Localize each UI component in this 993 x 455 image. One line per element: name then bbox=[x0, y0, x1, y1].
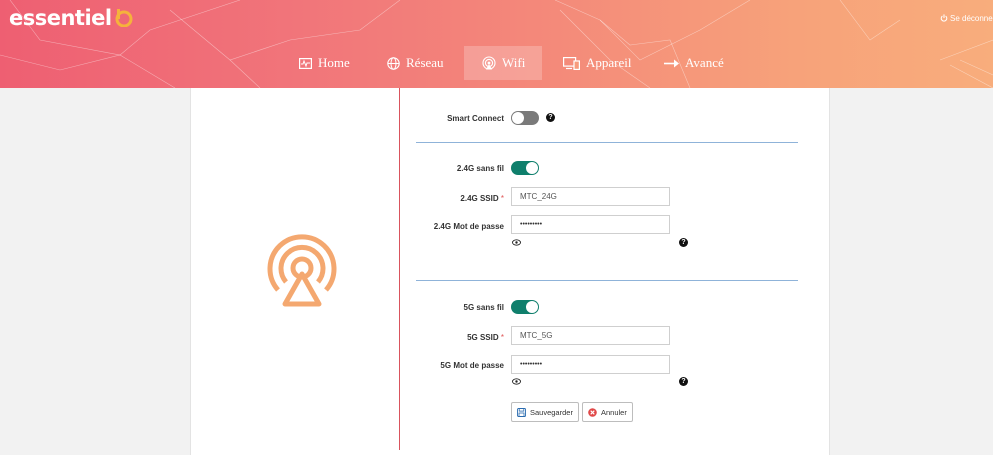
nav-avance[interactable]: Avancé bbox=[664, 46, 724, 80]
monitor-pulse-icon bbox=[299, 57, 312, 69]
power-icon bbox=[940, 14, 948, 22]
nav-appareil-label: Appareil bbox=[586, 55, 632, 70]
panel-divider bbox=[399, 88, 400, 450]
nav-wifi[interactable]: Wifi bbox=[482, 46, 525, 80]
save-button-label: Sauvegarder bbox=[530, 407, 573, 417]
band24-password-label: 2.4G Mot de passe bbox=[433, 222, 504, 231]
nav-home[interactable]: Home bbox=[299, 46, 350, 80]
devices-icon bbox=[563, 56, 580, 70]
band24-password-input[interactable]: ••••••••• bbox=[511, 215, 670, 234]
wifi-illustration-icon bbox=[267, 234, 337, 307]
arrow-right-icon bbox=[664, 59, 679, 67]
cancel-x-icon bbox=[588, 407, 597, 417]
wifi-icon bbox=[482, 56, 496, 70]
band24-ssid-input[interactable]: MTC_24G bbox=[511, 187, 670, 206]
band24-show-password-eye-icon[interactable] bbox=[512, 239, 521, 246]
band5-ssid-label-text: 5G SSID bbox=[467, 333, 499, 342]
band5-show-password-eye-icon[interactable] bbox=[512, 378, 521, 385]
logout-link[interactable]: Se déconnecter bbox=[940, 14, 993, 23]
nav-avance-label: Avancé bbox=[685, 55, 724, 70]
floppy-disk-icon bbox=[517, 407, 526, 417]
band24-wireless-label: 2.4G sans fil bbox=[456, 164, 504, 173]
toggle-knob bbox=[526, 301, 538, 313]
nav-appareil[interactable]: Appareil bbox=[563, 46, 631, 80]
section-divider-2 bbox=[416, 280, 798, 281]
smart-connect-toggle[interactable] bbox=[511, 111, 539, 125]
globe-icon bbox=[387, 56, 400, 70]
band24-password-help-icon[interactable]: ? bbox=[679, 238, 688, 247]
smart-connect-help-icon[interactable]: ? bbox=[546, 113, 555, 122]
save-button[interactable]: Sauvegarder bbox=[511, 402, 579, 422]
band5-ssid-label: 5G SSID * bbox=[430, 333, 504, 342]
toggle-knob bbox=[526, 162, 538, 174]
band5-wireless-toggle[interactable] bbox=[511, 300, 539, 314]
brand-b-icon bbox=[115, 9, 133, 27]
toggle-knob bbox=[512, 112, 524, 124]
required-mark: * bbox=[500, 194, 504, 203]
band24-wireless-toggle[interactable] bbox=[511, 161, 539, 175]
nav-reseau-label: Réseau bbox=[406, 55, 444, 70]
required-mark: * bbox=[500, 333, 504, 342]
logout-label: Se déconnecter bbox=[950, 14, 993, 23]
band5-wireless-label: 5G sans fil bbox=[463, 303, 504, 312]
smart-connect-label: Smart Connect bbox=[447, 114, 504, 123]
cancel-button-label: Annuler bbox=[601, 407, 627, 417]
band5-password-input[interactable]: ••••••••• bbox=[511, 355, 670, 374]
nav-wifi-label: Wifi bbox=[502, 55, 526, 70]
band5-password-label: 5G Mot de passe bbox=[440, 361, 504, 370]
band5-password-help-icon[interactable]: ? bbox=[679, 377, 688, 386]
brand-logo[interactable]: essentiel bbox=[9, 5, 133, 31]
section-divider-1 bbox=[416, 142, 798, 143]
band24-ssid-label-text: 2.4G SSID bbox=[460, 194, 499, 203]
band5-ssid-input[interactable]: MTC_5G bbox=[511, 326, 670, 345]
band24-ssid-label: 2.4G SSID * bbox=[430, 194, 504, 203]
cancel-button[interactable]: Annuler bbox=[582, 402, 633, 422]
nav-reseau[interactable]: Réseau bbox=[387, 46, 444, 80]
nav-home-label: Home bbox=[318, 55, 350, 70]
